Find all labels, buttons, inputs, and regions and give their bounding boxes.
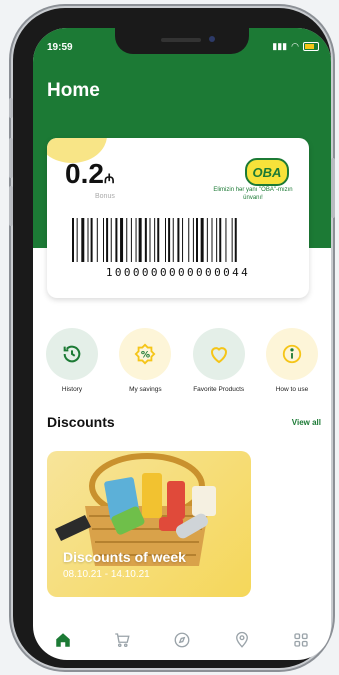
- barcode-bar: [196, 218, 198, 262]
- home-icon: [56, 633, 70, 647]
- barcode-bar: [154, 218, 156, 262]
- tab-cart[interactable]: [110, 628, 134, 652]
- signal-icon: ▮▮▮: [272, 41, 288, 51]
- svg-text:%: %: [141, 350, 150, 361]
- barcode-bar: [115, 218, 118, 262]
- action-label: Favorite Products: [193, 386, 245, 393]
- barcode-bar: [172, 218, 174, 262]
- history-icon: [46, 328, 98, 380]
- quick-actions: History % My savings Favorite Products H…: [39, 328, 325, 393]
- phone-frame: 19:59 ▮▮▮ ◠ Home 0.2₼ Bonus OBA Elimizin…: [9, 8, 335, 668]
- volume-down-button: [9, 186, 13, 226]
- bonus-value: 0.2₼: [65, 158, 115, 189]
- barcode-bar: [219, 218, 222, 262]
- barcode-bar: [200, 218, 204, 262]
- status-icons: ▮▮▮ ◠: [272, 41, 319, 52]
- wifi-icon: ◠: [291, 41, 299, 51]
- action-label: My savings: [129, 386, 162, 393]
- barcode-bar: [110, 218, 112, 262]
- speaker: [161, 38, 201, 42]
- oba-slogan: Elimizin hər yanı "OBA"-mızın ünvanı!: [213, 187, 293, 201]
- barcode-bar: [144, 218, 147, 262]
- barcode-bar: [72, 218, 74, 262]
- promo-date: 08.10.21 - 14.10.21: [63, 569, 150, 580]
- barcode-bar: [81, 218, 85, 262]
- barcode-bar: [192, 218, 194, 262]
- barcode: [72, 218, 237, 262]
- info-icon: [265, 328, 318, 380]
- barcode-bar: [120, 218, 124, 262]
- percent-icon: %: [119, 328, 172, 380]
- barcode-bar: [177, 218, 180, 262]
- notch: [115, 28, 249, 54]
- discounts-heading: Discounts: [47, 414, 115, 430]
- barcode-bar: [96, 218, 98, 262]
- barcode-bar: [106, 218, 109, 262]
- barcode-number: 1000000000000044: [105, 266, 251, 279]
- tab-stores[interactable]: [230, 628, 254, 652]
- volume-up-button: [9, 138, 13, 178]
- tab-more[interactable]: [289, 628, 313, 652]
- tab-home[interactable]: [51, 628, 75, 652]
- action-label: How to use: [275, 386, 309, 393]
- promo-title: Discounts of week: [63, 549, 186, 565]
- battery-icon: [303, 42, 319, 51]
- barcode-bar: [168, 218, 171, 262]
- barcode-bar: [234, 218, 237, 262]
- oba-logo: OBA: [245, 158, 289, 186]
- tab-bar: [33, 620, 331, 660]
- camera-dot: [209, 36, 215, 42]
- heart-icon: [192, 328, 245, 380]
- barcode-bar: [126, 218, 128, 262]
- view-all-link[interactable]: View all: [292, 418, 321, 427]
- page-title: Home: [47, 80, 100, 101]
- cart-icon: [115, 633, 131, 648]
- barcode-bar: [157, 218, 160, 262]
- barcode-bar: [206, 218, 208, 262]
- action-history[interactable]: History: [39, 328, 105, 393]
- action-how-to-use[interactable]: How to use: [259, 328, 325, 393]
- grid-icon: [294, 633, 308, 647]
- barcode-bar: [182, 218, 184, 262]
- action-my-savings[interactable]: % My savings: [112, 328, 178, 393]
- tab-explore[interactable]: [170, 628, 194, 652]
- barcode-bar: [211, 218, 213, 262]
- barcode-bar: [87, 218, 89, 262]
- bonus-label: Bonus: [95, 193, 115, 200]
- mute-switch: [9, 98, 13, 118]
- barcode-bar: [76, 218, 78, 262]
- action-favorite-products[interactable]: Favorite Products: [186, 328, 252, 393]
- barcode-bar: [165, 218, 166, 262]
- barcode-bar: [188, 218, 190, 262]
- barcode-bar: [130, 218, 132, 262]
- location-icon: [235, 631, 248, 648]
- barcode-bar: [103, 218, 104, 262]
- loyalty-card[interactable]: 0.2₼ Bonus OBA Elimizin hər yanı "OBA"-m…: [47, 138, 309, 298]
- status-time: 19:59: [47, 42, 73, 53]
- promo-card[interactable]: Discounts of week 08.10.21 - 14.10.21: [47, 451, 251, 597]
- compass-icon: [174, 632, 190, 648]
- barcode-bar: [90, 218, 93, 262]
- barcode-bar: [225, 218, 227, 262]
- barcode-bar: [149, 218, 151, 262]
- barcode-bar: [135, 218, 137, 262]
- app-screen: 19:59 ▮▮▮ ◠ Home 0.2₼ Bonus OBA Elimizin…: [33, 28, 331, 660]
- barcode-bar: [138, 218, 142, 262]
- power-button: [331, 158, 335, 218]
- action-label: History: [61, 386, 83, 393]
- barcode-bar: [216, 218, 218, 262]
- barcode-bar: [231, 218, 233, 262]
